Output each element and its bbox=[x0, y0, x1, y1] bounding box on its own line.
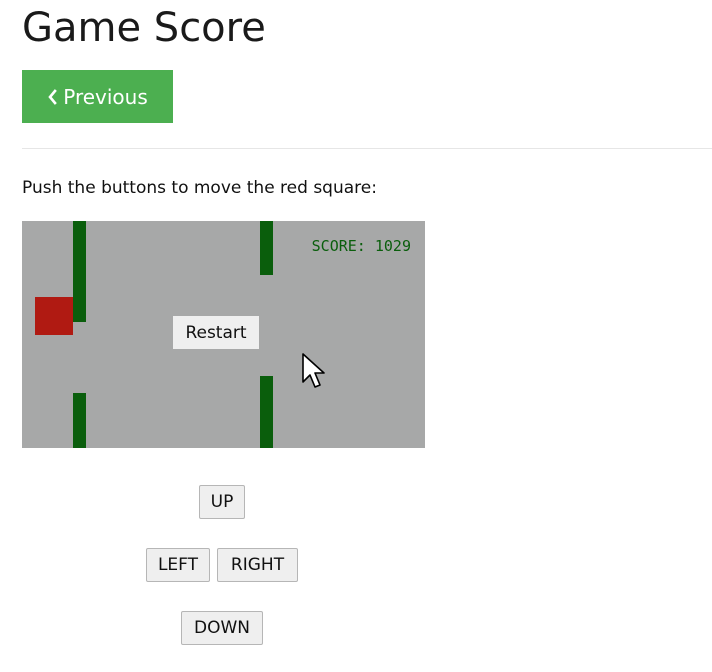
obstacle-top-right bbox=[260, 221, 273, 275]
right-button[interactable]: RIGHT bbox=[217, 548, 298, 582]
divider bbox=[22, 148, 712, 149]
previous-button-label: Previous bbox=[63, 84, 148, 109]
obstacle-bottom-right bbox=[260, 376, 273, 448]
obstacle-top-left bbox=[73, 221, 86, 322]
previous-button[interactable]: Previous bbox=[22, 70, 173, 123]
restart-button[interactable]: Restart bbox=[173, 316, 259, 349]
left-button[interactable]: LEFT bbox=[146, 548, 210, 582]
chevron-left-icon bbox=[48, 88, 58, 105]
down-button[interactable]: DOWN bbox=[181, 611, 263, 645]
page-title: Game Score bbox=[22, 5, 266, 51]
game-canvas[interactable]: SCORE: 1029 Restart bbox=[22, 221, 425, 448]
obstacle-bottom-left bbox=[73, 393, 86, 448]
instructions-text: Push the buttons to move the red square: bbox=[22, 178, 377, 198]
score-display: SCORE: 1029 bbox=[311, 237, 411, 255]
mouse-cursor-icon bbox=[302, 353, 325, 388]
up-button[interactable]: UP bbox=[199, 485, 245, 519]
red-square-player bbox=[35, 297, 73, 335]
